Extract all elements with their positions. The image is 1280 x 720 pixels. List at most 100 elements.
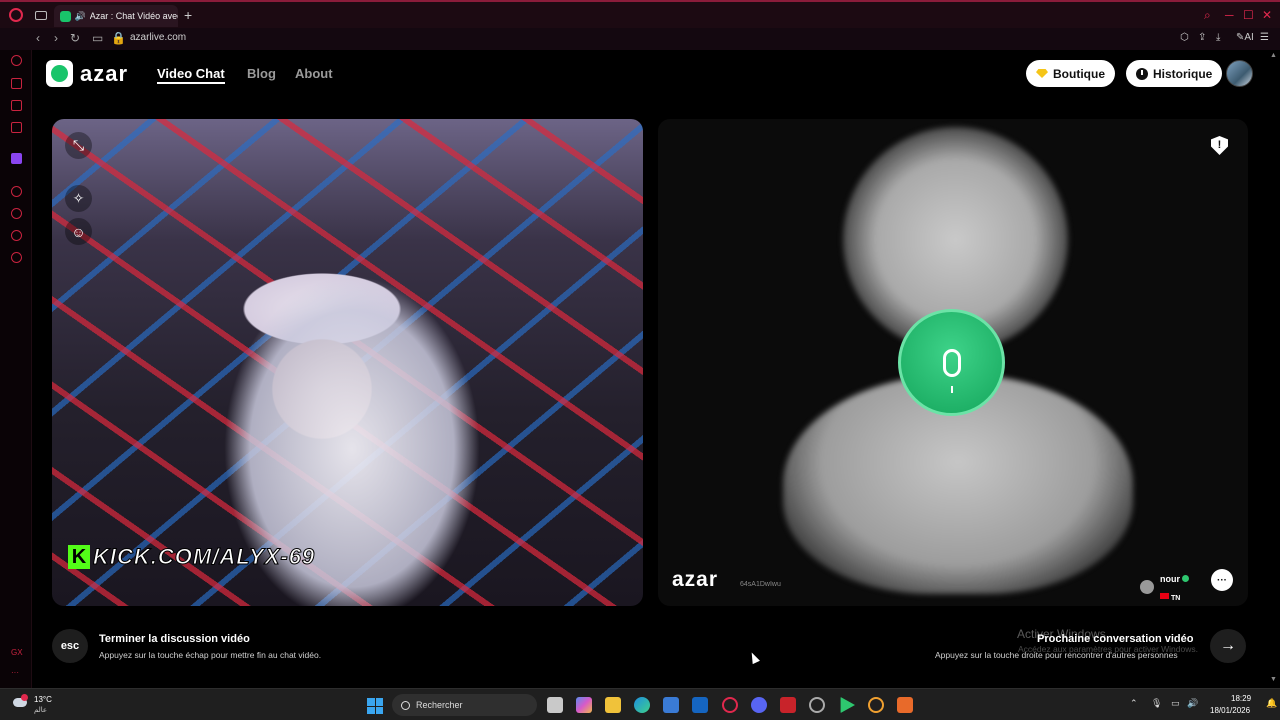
play-app-icon[interactable] [840, 697, 855, 713]
report-shield-icon[interactable]: ! [1211, 136, 1228, 155]
history-label: Historique [1153, 66, 1213, 81]
session-id: 64sA1DwIwu [740, 581, 781, 588]
edge-icon[interactable] [634, 697, 650, 713]
taskbar-search[interactable]: Rechercher [392, 694, 537, 716]
next-chat-button[interactable]: → [1210, 629, 1246, 663]
opera-sidebar: GX ··· [0, 50, 32, 688]
close-icon[interactable]: ✕ [1262, 8, 1272, 22]
kick-logo-icon: K [68, 545, 90, 569]
search-placeholder: Rechercher [416, 700, 463, 710]
gx-icon[interactable]: GX [11, 648, 23, 657]
new-tab-button[interactable]: + [184, 7, 192, 23]
search-app-icon[interactable] [868, 697, 884, 713]
easy-setup-icon[interactable]: ☰ [1260, 32, 1269, 43]
video-popout-icon[interactable]: ▭ [92, 31, 103, 45]
remote-azar-brand: azar [672, 568, 719, 591]
weather-location: عالم [34, 707, 48, 714]
kick-overlay: K KICK.COM/ALYX-69 [68, 544, 315, 570]
music-icon[interactable] [11, 122, 22, 133]
chat-bubble-icon[interactable]: ··· [1211, 569, 1233, 591]
face-effect-icon[interactable]: ☺ [65, 218, 92, 245]
browser-tab-bar: 🔊 Azar : Chat Vidéo avec + ⌕ ─ ☐ ✕ [0, 0, 1280, 28]
azar-logo-icon[interactable] [46, 60, 73, 87]
snapshot-icon[interactable]: ⇪ [1198, 32, 1206, 43]
tray-mic-icon[interactable]: 🎙 [1151, 698, 1162, 709]
network-icon[interactable]: ▭ [1171, 698, 1180, 709]
weather-alert-badge [21, 694, 28, 701]
weather-temperature[interactable]: 13°C [34, 695, 52, 704]
aria-ai-button[interactable]: ✎AI [1236, 32, 1254, 43]
minimize-video-icon[interactable]: ⤡ [65, 132, 92, 159]
site-header: azar Video Chat Blog About Boutique Hist… [32, 50, 1280, 96]
url-field[interactable]: azarlive.com [130, 32, 186, 43]
store-icon[interactable] [663, 697, 679, 713]
minimize-icon[interactable]: ─ [1225, 8, 1234, 22]
history-icon[interactable] [11, 208, 22, 219]
shop-label: Boutique [1053, 66, 1105, 81]
windows-start-icon[interactable] [367, 698, 383, 714]
end-chat-title: Terminer la discussion vidéo [99, 633, 250, 645]
discord-icon[interactable] [751, 697, 767, 713]
player-icon[interactable] [11, 186, 22, 197]
speaker-icon[interactable]: 🔊 [75, 11, 86, 22]
history-button[interactable]: Historique [1126, 60, 1223, 87]
lock-icon: 🔒 [111, 31, 126, 45]
extensions-sidebar-icon[interactable] [11, 230, 22, 241]
extensions-icon[interactable]: ⬡ [1180, 32, 1189, 43]
kick-url-text: KICK.COM/ALYX-69 [92, 544, 316, 570]
taskbar-time[interactable]: 18:29 [1231, 694, 1251, 703]
file-explorer-icon[interactable] [605, 697, 621, 713]
ai-label: AI [1244, 32, 1254, 43]
more-icon[interactable]: ··· [11, 668, 19, 677]
scroll-up-icon[interactable]: ▲ [1270, 52, 1277, 59]
peer-name: nour [1160, 574, 1180, 584]
opera-gx-icon[interactable] [722, 697, 738, 713]
microphone-icon [898, 309, 1005, 416]
download-icon[interactable]: ⤓ [1216, 32, 1220, 43]
forward-icon[interactable]: › [54, 31, 58, 45]
opera-menu-icon[interactable] [9, 8, 23, 22]
aria-icon[interactable] [11, 55, 22, 66]
settings-icon[interactable] [11, 252, 22, 263]
user-avatar[interactable] [1226, 60, 1253, 87]
task-view-icon[interactable] [547, 697, 563, 713]
end-chat-hint: Appuyez sur la touche échap pour mettre … [99, 650, 322, 660]
copilot-icon[interactable] [576, 697, 592, 713]
messenger-icon[interactable] [11, 100, 22, 111]
app-orange-icon[interactable] [897, 697, 913, 713]
nav-video-chat[interactable]: Video Chat [157, 66, 225, 84]
verified-icon [1182, 575, 1189, 582]
back-icon[interactable]: ‹ [36, 31, 40, 45]
peer-country: TN [1171, 595, 1181, 602]
outlook-icon[interactable] [692, 697, 708, 713]
tab-title: Azar : Chat Vidéo avec [89, 11, 178, 21]
app-red-icon[interactable] [780, 697, 796, 713]
maximize-icon[interactable]: ☐ [1243, 8, 1254, 22]
volume-icon[interactable]: 🔊 [1187, 698, 1198, 709]
notification-bell-icon[interactable]: 🔔 [1266, 698, 1277, 709]
tab-azar[interactable]: 🔊 Azar : Chat Vidéo avec [54, 5, 178, 27]
search-tabs-icon[interactable]: ⌕ [1204, 8, 1211, 23]
azar-logo-text[interactable]: azar [80, 61, 128, 87]
peer-info[interactable]: nour TN [1140, 569, 1189, 605]
scroll-down-icon[interactable]: ▼ [1270, 676, 1277, 683]
crypto-wallet-icon[interactable] [11, 78, 22, 89]
local-video-panel: ⤡ ✧ ☺ K KICK.COM/ALYX-69 [52, 119, 643, 606]
end-chat-button[interactable]: esc [52, 629, 88, 663]
peer-avatar-icon [1140, 580, 1154, 594]
next-chat-title: Prochaine conversation vidéo [1037, 633, 1194, 645]
taskbar-date[interactable]: 18/01/2026 [1210, 706, 1250, 715]
magic-filter-icon[interactable]: ✧ [65, 185, 92, 212]
twitch-icon[interactable] [11, 153, 22, 164]
tab-island-icon[interactable] [35, 11, 47, 20]
address-bar: ‹ › ↻ ▭ 🔒 azarlive.com ⬡ ⇪ ⤓ ✎AI ☰ [0, 28, 1280, 50]
reload-icon[interactable]: ↻ [70, 31, 80, 45]
tray-chevron-icon[interactable]: ⌃ [1130, 698, 1138, 709]
next-chat-hint: Appuyez sur la touche droite pour rencon… [935, 650, 1178, 660]
nav-about[interactable]: About [295, 66, 333, 81]
shop-button[interactable]: Boutique [1026, 60, 1115, 87]
clock-icon [1136, 67, 1148, 80]
remote-video-panel: ! azar 64sA1DwIwu nour TN ··· [658, 119, 1248, 606]
nav-blog[interactable]: Blog [247, 66, 276, 81]
obs-icon[interactable] [809, 697, 825, 713]
